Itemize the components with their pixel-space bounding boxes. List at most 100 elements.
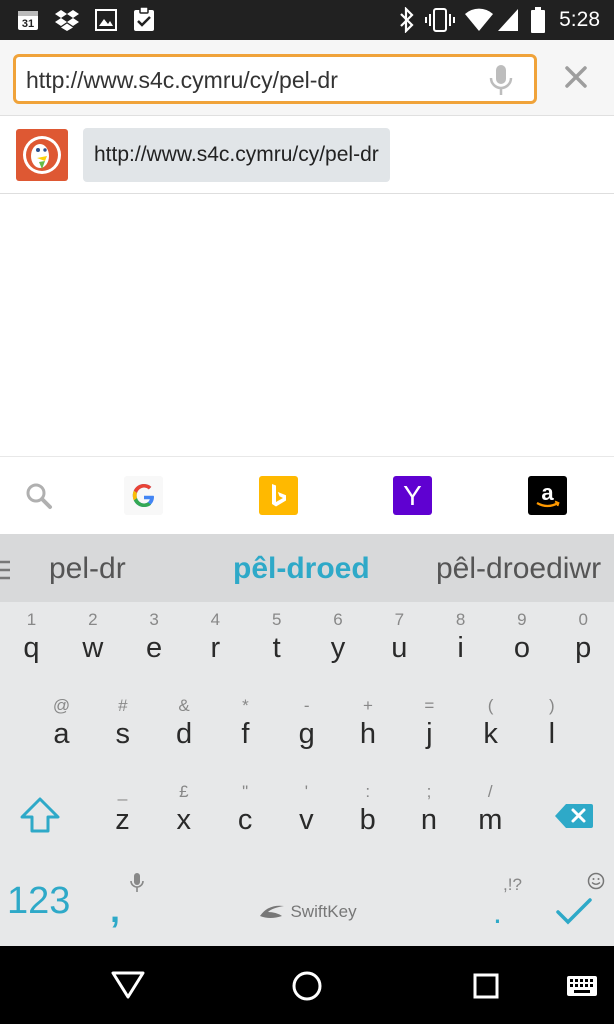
key-hint: 6 xyxy=(333,610,343,629)
url-input[interactable]: http://www.s4c.cymru/cy/pel-dr xyxy=(13,54,537,104)
svg-text:a: a xyxy=(541,480,554,505)
voice-input-icon[interactable] xyxy=(130,872,144,899)
status-time: 5:28 xyxy=(559,8,600,31)
google-icon[interactable] xyxy=(124,476,163,515)
comma-key[interactable]: , xyxy=(110,889,120,931)
prediction-left[interactable]: pel-dr xyxy=(49,552,126,586)
key-o[interactable]: 9o xyxy=(491,610,552,666)
key-label: v xyxy=(299,804,314,836)
key-y[interactable]: 6y xyxy=(308,610,369,666)
key-i[interactable]: 8i xyxy=(430,610,491,666)
url-bar: http://www.s4c.cymru/cy/pel-dr xyxy=(0,40,614,116)
navigation-bar xyxy=(0,946,614,1024)
numbers-key[interactable]: 123 xyxy=(7,880,70,923)
bing-icon[interactable] xyxy=(259,476,298,515)
prediction-bar: pel-dr pêl-droed pêl-droediwr xyxy=(0,534,614,602)
home-icon[interactable] xyxy=(291,970,323,1007)
url-suggestion-chip[interactable]: http://www.s4c.cymru/cy/pel-dr xyxy=(83,128,390,182)
key-x[interactable]: £ x xyxy=(153,782,214,838)
calendar-day: 31 xyxy=(22,18,34,30)
key-r[interactable]: 4r xyxy=(185,610,246,666)
key-label: f xyxy=(241,718,250,750)
key-hint: " xyxy=(242,782,249,801)
period-key[interactable]: . xyxy=(493,894,502,931)
key-label: z xyxy=(115,804,130,836)
key-label: e xyxy=(146,632,163,664)
key-label: r xyxy=(210,632,221,664)
clipboard-check-icon xyxy=(132,6,156,37)
key-q[interactable]: 1q xyxy=(1,610,62,666)
key-hint: 9 xyxy=(517,610,527,629)
prediction-center[interactable]: pêl-droed xyxy=(233,552,370,586)
key-j[interactable]: = j xyxy=(399,696,460,752)
key-m[interactable]: / m xyxy=(460,782,521,838)
mic-icon[interactable] xyxy=(488,63,514,102)
url-text: http://www.s4c.cymru/cy/pel-dr xyxy=(26,67,338,93)
key-hint: 3 xyxy=(149,610,159,629)
key-w[interactable]: 2w xyxy=(62,610,123,666)
suggestion-row: http://www.s4c.cymru/cy/pel-dr xyxy=(0,116,614,194)
key-l[interactable]: ) l xyxy=(521,696,582,752)
key-label: u xyxy=(391,632,408,664)
key-t[interactable]: 5t xyxy=(246,610,307,666)
amazon-icon[interactable]: a xyxy=(528,476,567,515)
backspace-key[interactable] xyxy=(554,802,594,835)
back-icon[interactable] xyxy=(110,970,146,1005)
key-label: i xyxy=(457,632,464,664)
close-icon[interactable] xyxy=(560,60,592,99)
key-c[interactable]: " c xyxy=(215,782,276,838)
vibrate-icon xyxy=(425,8,455,37)
key-label: y xyxy=(330,632,346,664)
key-hint: _ xyxy=(117,782,128,801)
gallery-icon xyxy=(95,9,117,36)
key-hint: 1 xyxy=(26,610,37,629)
keyboard: pel-dr pêl-droed pêl-droediwr 1q2w3e4r5t… xyxy=(0,534,614,946)
key-label: s xyxy=(115,718,131,750)
prediction-right[interactable]: pêl-droediwr xyxy=(436,552,601,586)
key-hint: / xyxy=(487,782,493,801)
key-k[interactable]: (k xyxy=(460,696,521,752)
yahoo-icon[interactable]: Y xyxy=(393,476,432,515)
key-hint: 7 xyxy=(394,610,405,629)
key-label: o xyxy=(513,632,530,664)
key-g[interactable]: -g xyxy=(276,696,337,752)
key-label: b xyxy=(359,804,376,836)
search-icon[interactable] xyxy=(23,480,55,512)
wifi-icon xyxy=(464,8,494,37)
key-a[interactable]: @ a xyxy=(31,696,92,752)
key-u[interactable]: 7u xyxy=(369,610,430,666)
key-label: j xyxy=(426,718,433,750)
shift-key[interactable] xyxy=(18,796,62,839)
key-f[interactable]: * f xyxy=(215,696,276,752)
key-d[interactable]: & d xyxy=(154,696,215,752)
prediction-menu-icon[interactable] xyxy=(0,560,10,585)
dropbox-icon xyxy=(54,8,80,37)
key-hint: 8 xyxy=(455,610,466,629)
key-h[interactable]: + h xyxy=(338,696,399,752)
bluetooth-icon xyxy=(398,6,416,38)
key-z[interactable]: _ z xyxy=(92,782,153,838)
key-hint: @ xyxy=(52,696,71,715)
swiftkey-logo-icon xyxy=(260,905,284,918)
key-n[interactable]: ; n xyxy=(399,782,460,838)
key-label: q xyxy=(23,632,40,664)
key-hint: : xyxy=(365,782,371,801)
key-hint: # xyxy=(118,696,128,715)
punctuation-hint: ,!? xyxy=(503,875,522,894)
key-hint: £ xyxy=(179,782,189,801)
recents-icon[interactable] xyxy=(473,973,499,1004)
key-hint: 5 xyxy=(271,610,282,629)
key-hint: ' xyxy=(304,782,309,801)
key-e[interactable]: 3e xyxy=(124,610,185,666)
emoji-icon[interactable] xyxy=(587,872,605,895)
key-p[interactable]: 0p xyxy=(553,610,614,666)
key-v[interactable]: ' v xyxy=(276,782,337,838)
enter-checkmark-icon[interactable] xyxy=(556,898,592,931)
key-label: h xyxy=(359,718,377,750)
key-s[interactable]: # s xyxy=(92,696,153,752)
key-label: p xyxy=(575,632,592,664)
keyboard-icon[interactable] xyxy=(566,975,598,1002)
key-b[interactable]: :b xyxy=(337,782,398,838)
space-key[interactable]: SwiftKey xyxy=(258,902,357,922)
key-hint: ) xyxy=(549,696,555,715)
